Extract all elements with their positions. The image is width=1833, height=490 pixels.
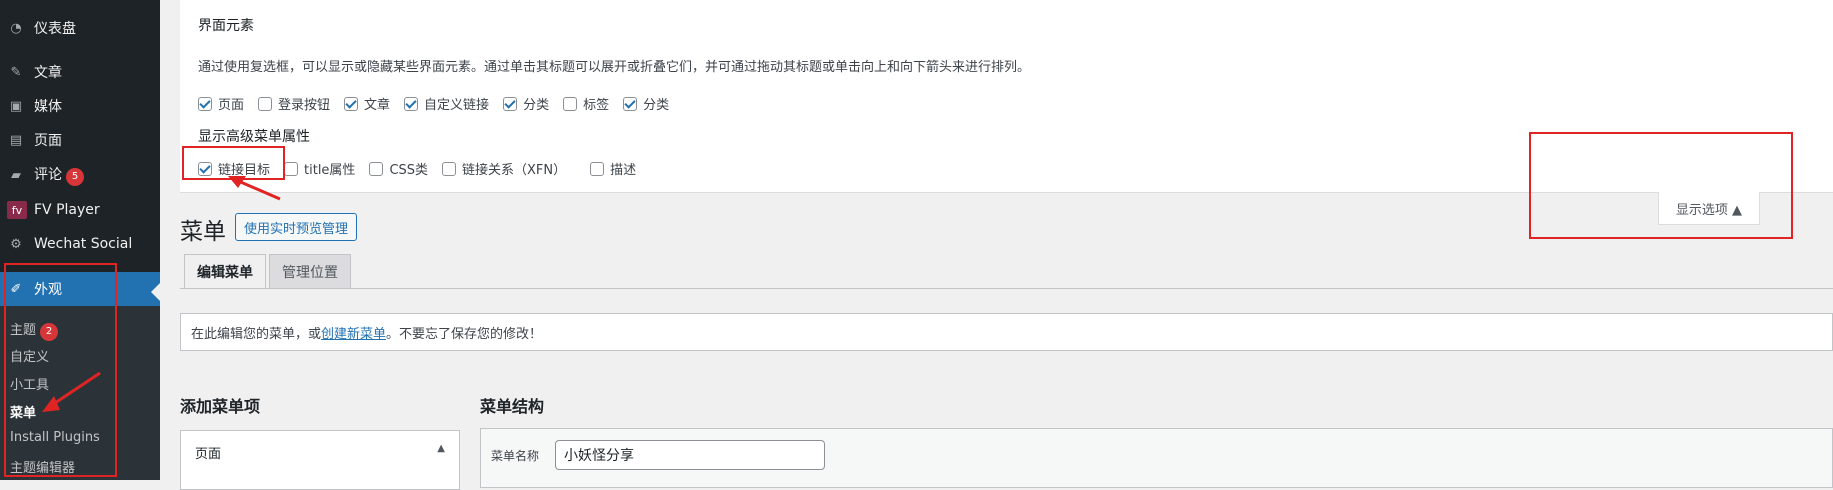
- notice-text: 在此编辑您的菜单，或: [191, 326, 322, 342]
- advanced-properties-title: 显示高级菜单属性: [198, 129, 310, 145]
- option-title-attribute[interactable]: title属性: [284, 159, 355, 178]
- gear-icon: ⚙: [10, 236, 22, 252]
- sidebar-item-dashboard[interactable]: ◔ 仪表盘: [0, 13, 160, 43]
- checkbox[interactable]: [198, 96, 212, 111]
- current-menu-arrow: [151, 283, 160, 301]
- comment-icon: ▰: [11, 167, 21, 183]
- tabs-divider: [180, 288, 1833, 289]
- annotation-box-link-target: [182, 146, 285, 180]
- comments-label: 评论: [34, 167, 62, 183]
- screen-options-description: 通过使用复选框，可以显示或隐藏某些界面元素。通过单击其标题可以展开或折叠它们，并…: [198, 60, 1031, 75]
- pin-icon: ✎: [10, 64, 22, 80]
- create-new-menu-link[interactable]: 创建新菜单: [321, 323, 386, 342]
- menu-name-label: 菜单名称: [491, 449, 540, 463]
- checkbox[interactable]: [404, 96, 419, 111]
- option-label: CSS类: [389, 163, 429, 178]
- pages-accordion-title: 页面: [195, 447, 222, 462]
- option-label: 登录按钮: [278, 98, 331, 113]
- option-label: 文章: [364, 98, 391, 113]
- option-description[interactable]: 描述: [590, 159, 636, 178]
- add-menu-items-title: 添加菜单项: [180, 397, 261, 416]
- sidebar-item-posts[interactable]: ✎ 文章: [0, 57, 160, 87]
- sidebar-item-label: 页面: [34, 133, 62, 149]
- option-custom-links[interactable]: 自定义链接: [404, 94, 489, 113]
- option-login-button[interactable]: 登录按钮: [258, 94, 330, 113]
- screen-options-boxes: 页面 登录按钮 文章 自定义链接 分类 标签 分类: [198, 94, 683, 113]
- checkbox[interactable]: [563, 96, 578, 111]
- screen-options-title: 界面元素: [198, 18, 254, 34]
- checkbox[interactable]: [369, 161, 384, 176]
- checkbox[interactable]: [503, 96, 518, 111]
- option-label: 描述: [610, 163, 637, 178]
- sidebar-item-label: 仪表盘: [34, 21, 76, 37]
- option-label: 页面: [218, 98, 245, 113]
- checkbox[interactable]: [258, 96, 273, 111]
- pages-accordion[interactable]: 页面 ▲: [180, 430, 460, 490]
- dashboard-icon: ◔: [10, 20, 22, 36]
- checkbox[interactable]: [284, 161, 299, 176]
- option-label: 自定义链接: [424, 98, 490, 113]
- option-pages[interactable]: 页面: [198, 94, 244, 113]
- option-label: title属性: [304, 163, 356, 178]
- live-preview-button[interactable]: 使用实时预览管理: [235, 213, 358, 241]
- fv-player-icon: fv: [7, 201, 27, 219]
- media-icon: ▣: [9, 98, 23, 114]
- option-label: 链接关系（XFN）: [462, 163, 567, 178]
- option-xfn[interactable]: 链接关系（XFN）: [442, 159, 566, 178]
- tab-manage-locations[interactable]: 管理位置: [269, 254, 351, 289]
- comments-count-badge: 5: [66, 168, 84, 186]
- option-categories-2[interactable]: 分类: [623, 94, 669, 113]
- option-label: 标签: [583, 98, 610, 113]
- option-tags[interactable]: 标签: [563, 94, 609, 113]
- page-title: 菜单: [180, 219, 226, 245]
- sidebar-item-label: 文章: [34, 65, 62, 81]
- option-categories[interactable]: 分类: [503, 94, 549, 113]
- annotation-box-appearance-menu: [4, 263, 117, 477]
- sidebar-item-pages[interactable]: ▤ 页面: [0, 125, 160, 155]
- sidebar-item-label: 评论 5: [34, 164, 84, 186]
- menu-structure-title: 菜单结构: [480, 397, 545, 416]
- option-css-classes[interactable]: CSS类: [369, 159, 428, 178]
- sidebar-item-media[interactable]: ▣ 媒体: [0, 91, 160, 121]
- checkbox[interactable]: [623, 96, 638, 111]
- collapse-arrow-icon[interactable]: ▲: [437, 443, 445, 454]
- sidebar-item-fv-player[interactable]: fv FV Player: [0, 195, 160, 225]
- option-label: 分类: [523, 98, 550, 113]
- checkbox[interactable]: [442, 161, 457, 176]
- edit-notice: 在此编辑您的菜单，或 创建新菜单 。不要忘了保存您的修改！: [180, 313, 1833, 351]
- checkbox[interactable]: [590, 161, 605, 176]
- option-posts[interactable]: 文章: [344, 94, 390, 113]
- sidebar-item-comments[interactable]: ▰ 评论 5: [0, 160, 160, 190]
- notice-text: 。不要忘了保存您的修改！: [386, 326, 543, 342]
- tab-edit-menus[interactable]: 编辑菜单: [184, 254, 266, 289]
- sidebar-item-label: 媒体: [34, 99, 62, 115]
- page-icon: ▤: [9, 132, 23, 148]
- menu-name-input[interactable]: 小妖怪分享: [555, 440, 825, 470]
- sidebar-item-label: FV Player: [34, 202, 100, 218]
- checkbox[interactable]: [344, 96, 359, 111]
- sidebar-item-label: Wechat Social: [34, 236, 133, 252]
- annotation-box-screen-options: [1529, 132, 1793, 239]
- option-label: 分类: [643, 98, 670, 113]
- sidebar-item-wechat-social[interactable]: ⚙ Wechat Social: [0, 229, 160, 259]
